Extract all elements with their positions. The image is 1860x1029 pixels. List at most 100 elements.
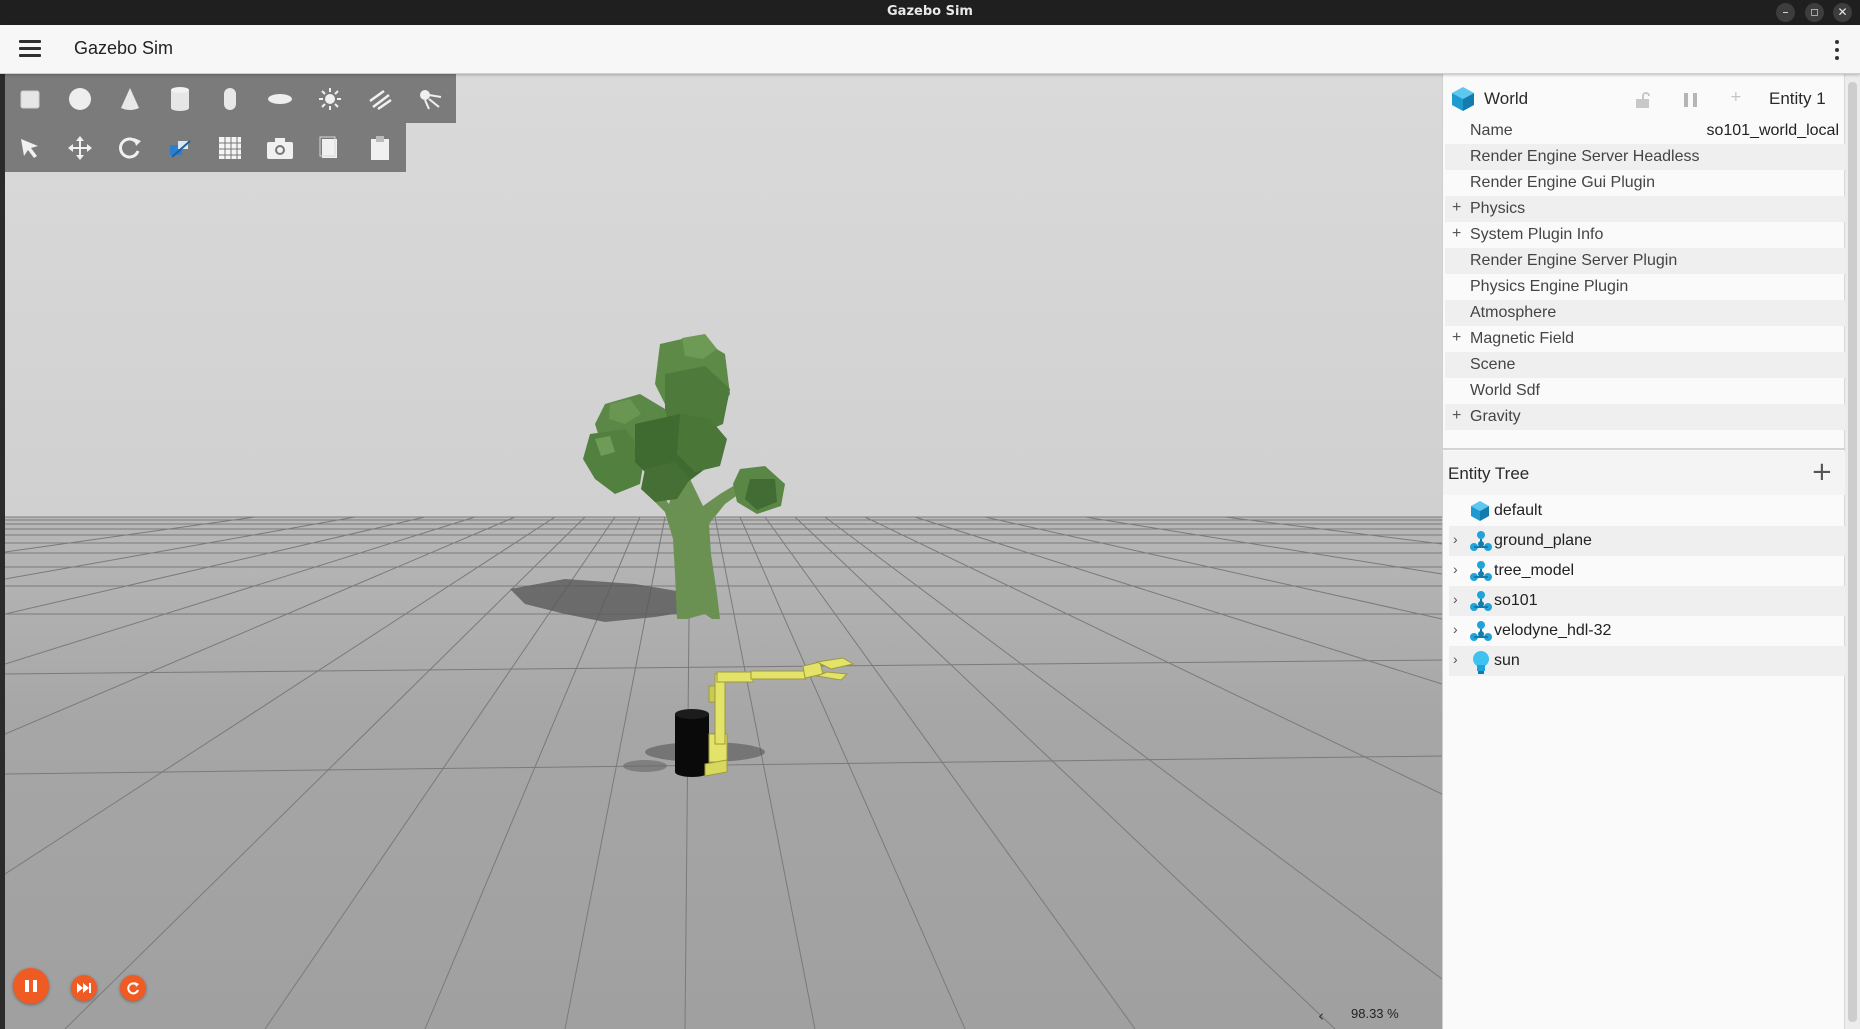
capsule-icon[interactable]: [205, 74, 255, 123]
tree-item-tree-model[interactable]: › tree_model: [1449, 556, 1845, 586]
component-row-name[interactable]: Name so101_world_local: [1445, 118, 1845, 144]
app-header: Gazebo Sim: [0, 25, 1860, 74]
scene-render: [5, 74, 1442, 1029]
component-row[interactable]: World Sdf: [1445, 378, 1845, 404]
tree-item-label: default: [1494, 502, 1543, 519]
component-label: Physics Engine Plugin: [1470, 278, 1629, 295]
component-label: Physics: [1470, 200, 1526, 217]
sphere-icon[interactable]: [55, 74, 105, 123]
model-icon: [1470, 561, 1492, 581]
grid-snap-icon[interactable]: [205, 123, 255, 172]
component-label: Render Engine Server Plugin: [1470, 252, 1678, 269]
component-row[interactable]: Scene: [1445, 352, 1845, 378]
tree-item-label: ground_plane: [1494, 532, 1592, 549]
tree-item-label: tree_model: [1494, 562, 1575, 579]
box-icon[interactable]: [5, 74, 55, 123]
spot-light-icon[interactable]: [405, 74, 455, 123]
real-time-factor: 98.33 %: [1351, 1006, 1399, 1021]
tree-item-so101[interactable]: › so101: [1449, 586, 1845, 616]
tree-item-label: so101: [1494, 592, 1538, 609]
velodyne-lidar: [675, 709, 709, 777]
expand-plus-icon[interactable]: +: [1452, 199, 1461, 217]
component-list: Name so101_world_local Render Engine Ser…: [1445, 118, 1845, 430]
component-row-gravity[interactable]: + Gravity: [1445, 404, 1845, 430]
inspector-entity-type: World: [1484, 89, 1529, 108]
tree-item-ground-plane[interactable]: › ground_plane: [1449, 526, 1845, 556]
component-label: Atmosphere: [1470, 304, 1557, 321]
paste-icon[interactable]: [355, 123, 405, 172]
more-options-icon[interactable]: [1834, 38, 1840, 62]
window-titlebar: Gazebo Sim – ◻ ✕: [0, 0, 1860, 25]
unlock-icon[interactable]: [1635, 91, 1651, 109]
world-cube-icon: [1452, 87, 1474, 111]
point-light-icon[interactable]: [305, 74, 355, 123]
expand-plus-icon[interactable]: +: [1452, 407, 1461, 425]
component-label: Gravity: [1470, 408, 1521, 425]
tree-item-label: sun: [1494, 652, 1520, 669]
hamburger-menu-icon[interactable]: [19, 40, 41, 58]
shapes-toolbar: [5, 74, 456, 123]
model-icon: [1470, 591, 1492, 611]
cone-icon[interactable]: [105, 74, 155, 123]
pause-icon[interactable]: [13, 968, 49, 1004]
model-icon: [1470, 621, 1492, 641]
expand-plus-icon[interactable]: +: [1452, 225, 1461, 243]
component-label: Magnetic Field: [1470, 330, 1575, 347]
maximize-icon[interactable]: ◻: [1805, 3, 1824, 22]
add-component-icon[interactable]: +: [1730, 89, 1742, 105]
select-icon[interactable]: [5, 123, 55, 172]
entity-tree-header: Entity Tree +: [1443, 451, 1845, 495]
tree-item-default[interactable]: default: [1449, 496, 1845, 526]
expand-chevron-icon[interactable]: ›: [1453, 651, 1458, 667]
component-row[interactable]: Render Engine Server Plugin: [1445, 248, 1845, 274]
copy-icon[interactable]: [305, 123, 355, 172]
transform-control-icon[interactable]: [155, 123, 205, 172]
entity-tree-title: Entity Tree: [1448, 464, 1530, 483]
component-label: Name: [1470, 122, 1513, 139]
tree-item-velodyne[interactable]: › velodyne_hdl-32: [1449, 616, 1845, 646]
right-side-panel: World + Entity 1 Name so101_world_local …: [1442, 74, 1860, 1029]
expand-plus-icon[interactable]: +: [1452, 329, 1461, 347]
collapse-stats-icon[interactable]: ‹: [1318, 1007, 1324, 1025]
pause-updates-icon[interactable]: [1683, 92, 1699, 108]
component-row-system-plugin-info[interactable]: + System Plugin Info: [1445, 222, 1845, 248]
translate-icon[interactable]: [55, 123, 105, 172]
component-label: Render Engine Gui Plugin: [1470, 174, 1656, 191]
directional-light-icon[interactable]: [355, 74, 405, 123]
expand-chevron-icon[interactable]: ›: [1453, 621, 1458, 637]
cylinder-icon[interactable]: [155, 74, 205, 123]
transform-toolbar: [5, 123, 406, 172]
rotate-icon[interactable]: [105, 123, 155, 172]
light-bulb-icon: [1473, 651, 1489, 674]
expand-chevron-icon[interactable]: ›: [1453, 591, 1458, 607]
screenshot-icon[interactable]: [255, 123, 305, 172]
expand-chevron-icon[interactable]: ›: [1453, 531, 1458, 547]
component-label: Scene: [1470, 356, 1516, 373]
world-name-value[interactable]: so101_world_local: [1706, 122, 1839, 140]
component-row[interactable]: Render Engine Gui Plugin: [1445, 170, 1845, 196]
minimize-icon[interactable]: –: [1776, 3, 1795, 22]
component-row-magnetic-field[interactable]: + Magnetic Field: [1445, 326, 1845, 352]
panel-scrollbar[interactable]: [1844, 74, 1860, 1029]
panel-splitter[interactable]: [1443, 448, 1845, 450]
component-row-physics[interactable]: + Physics: [1445, 196, 1845, 222]
tree-item-label: velodyne_hdl-32: [1494, 622, 1612, 639]
component-row[interactable]: Atmosphere: [1445, 300, 1845, 326]
component-row[interactable]: Physics Engine Plugin: [1445, 274, 1845, 300]
component-inspector-header: World + Entity 1: [1443, 80, 1845, 116]
component-label: System Plugin Info: [1470, 226, 1604, 243]
close-icon[interactable]: ✕: [1833, 3, 1852, 22]
expand-chevron-icon[interactable]: ›: [1453, 561, 1458, 577]
reset-icon[interactable]: [120, 975, 146, 1001]
gazebo-window: Gazebo Sim – ◻ ✕ Gazebo Sim ‹ 98.33 % Wo…: [0, 0, 1860, 1029]
model-icon: [1470, 531, 1492, 551]
ellipsoid-icon[interactable]: [255, 74, 305, 123]
add-entity-icon[interactable]: +: [1811, 457, 1833, 487]
tree-item-sun[interactable]: › sun: [1449, 646, 1845, 676]
inspector-entity-id: Entity 1: [1769, 89, 1826, 108]
entity-tree-list: default › ground_plane › tree_model › so…: [1449, 496, 1845, 676]
component-row[interactable]: Render Engine Server Headless: [1445, 144, 1845, 170]
step-icon[interactable]: [71, 975, 97, 1001]
scene-3d-viewport[interactable]: [5, 74, 1442, 1029]
component-label: Render Engine Server Headless: [1470, 148, 1700, 165]
